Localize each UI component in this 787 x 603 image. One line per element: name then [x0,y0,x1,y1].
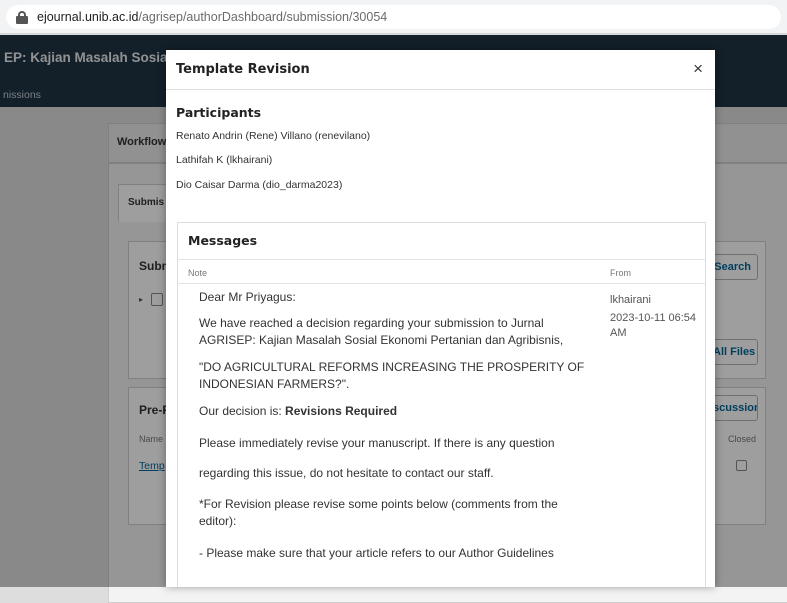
decision-prefix: Our decision is: [199,404,286,418]
message-from: lkhairani 2023-10-11 06:54 AM [610,293,700,341]
url-host: ejournal.unib.ac.id [37,10,139,24]
url-field[interactable]: ejournal.unib.ac.id/agrisep/authorDashbo… [6,5,781,29]
browser-address-bar: ejournal.unib.ac.id/agrisep/authorDashbo… [0,0,787,34]
message-paragraph: *For Revision please revise some points … [199,497,558,528]
messages-panel: Messages Note From Dear Mr Priyagus: We … [177,222,706,587]
messages-column-headers: Note From [178,260,705,284]
message-paragraph: regarding this issue, do not hesitate to… [199,466,494,480]
discussion-modal: Template Revision × Participants Renato … [166,50,715,587]
note-column-header: Note [188,268,208,278]
messages-header: Messages [178,223,705,260]
modal-header: Template Revision × [166,50,715,90]
url-text: ejournal.unib.ac.id/agrisep/authorDashbo… [37,10,387,24]
close-button[interactable]: × [693,59,703,79]
participant-item: Dio Caisar Darma (dio_darma2023) [176,179,343,191]
modal-title: Template Revision [176,62,310,77]
decision-value: Revisions Required [285,404,398,418]
url-path: /agrisep/authorDashboard/submission/3005… [138,10,388,24]
lock-icon [16,10,28,24]
message-decision: Our decision is: Revisions Required [199,403,594,420]
from-column-header: From [610,268,631,278]
message-author: lkhairani [610,294,651,306]
message-paragraph: We have reached a decision regarding you… [199,316,564,347]
participant-item: Renato Andrin (Rene) Villano (renevilano… [176,130,371,142]
message-paragraph: Please immediately revise your manuscrip… [199,436,555,450]
message-paragraph: - Please make sure that your article ref… [199,546,554,560]
participant-item: Lathifah K (lkhairani) [176,154,273,166]
message-paragraph: "DO AGRICULTURAL REFORMS INCREASING THE … [199,360,585,391]
participants-label: Participants [176,105,262,120]
message-date: 2023-10-11 06:54 AM [610,312,697,339]
message-greeting: Dear Mr Priyagus: [199,290,296,304]
